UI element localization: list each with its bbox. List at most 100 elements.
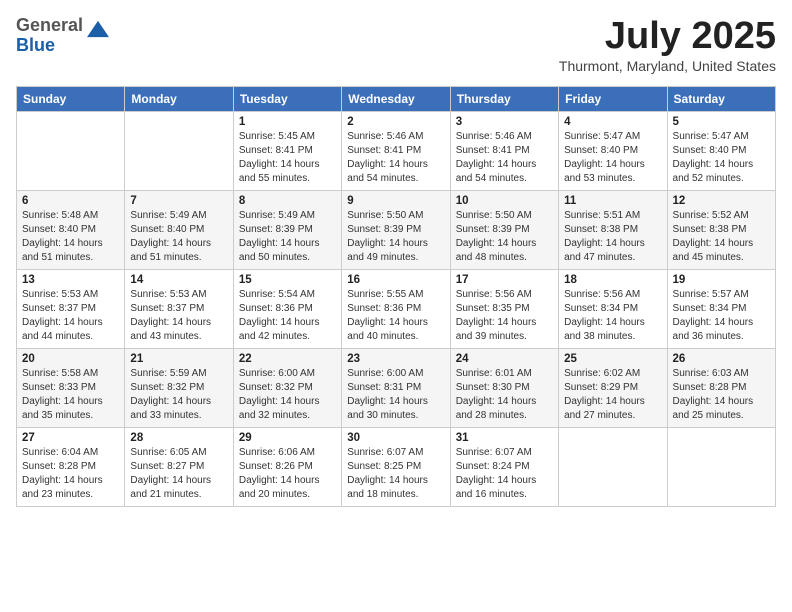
day-info: Sunrise: 5:53 AM Sunset: 8:37 PM Dayligh… [130,288,227,344]
day-info: Sunrise: 6:07 AM Sunset: 8:24 PM Dayligh… [456,446,553,502]
calendar-cell: 17Sunrise: 5:56 AM Sunset: 8:35 PM Dayli… [450,269,558,348]
calendar-header-thursday: Thursday [450,86,558,111]
day-number: 29 [239,432,336,444]
month-year: July 2025 [559,16,776,58]
day-info: Sunrise: 6:04 AM Sunset: 8:28 PM Dayligh… [22,446,119,502]
calendar-cell: 11Sunrise: 5:51 AM Sunset: 8:38 PM Dayli… [559,190,667,269]
day-number: 7 [130,195,227,207]
day-number: 31 [456,432,553,444]
day-number: 14 [130,274,227,286]
day-info: Sunrise: 5:58 AM Sunset: 8:33 PM Dayligh… [22,367,119,423]
day-info: Sunrise: 6:02 AM Sunset: 8:29 PM Dayligh… [564,367,661,423]
day-info: Sunrise: 5:53 AM Sunset: 8:37 PM Dayligh… [22,288,119,344]
calendar: SundayMondayTuesdayWednesdayThursdayFrid… [16,86,776,507]
calendar-cell [559,427,667,506]
calendar-week-row: 27 Sunrise: 6:04 AM Sunset: 8:28 PM Dayli… [17,427,776,506]
calendar-cell: 1 Sunrise: 5:45 AM Sunset: 8:41 PM Daylig… [233,111,341,190]
calendar-header-wednesday: Wednesday [342,86,450,111]
calendar-cell: 18Sunrise: 5:56 AM Sunset: 8:34 PM Dayli… [559,269,667,348]
calendar-cell: 4 Sunrise: 5:47 AM Sunset: 8:40 PM Daylig… [559,111,667,190]
day-number: 28 [130,432,227,444]
calendar-week-row: 13 Sunrise: 5:53 AM Sunset: 8:37 PM Dayli… [17,269,776,348]
calendar-cell: 27 Sunrise: 6:04 AM Sunset: 8:28 PM Dayli… [17,427,125,506]
day-info: Sunrise: 5:46 AM Sunset: 8:41 PM Dayligh… [456,130,553,186]
calendar-cell: 13 Sunrise: 5:53 AM Sunset: 8:37 PM Dayli… [17,269,125,348]
day-number: 27 [22,432,119,444]
day-number: 1 [239,116,336,128]
day-info: Sunrise: 6:01 AM Sunset: 8:30 PM Dayligh… [456,367,553,423]
day-number: 16 [347,274,444,286]
day-number: 6 [22,195,119,207]
logo-blue: Blue [16,36,83,56]
day-info: Sunrise: 5:49 AM Sunset: 8:40 PM Dayligh… [130,209,227,265]
calendar-cell: 12 Sunrise: 5:52 AM Sunset: 8:38 PM Dayli… [667,190,775,269]
calendar-cell: 23 Sunrise: 6:00 AM Sunset: 8:31 PM Dayli… [342,348,450,427]
calendar-cell: 25 Sunrise: 6:02 AM Sunset: 8:29 PM Dayli… [559,348,667,427]
calendar-header-monday: Monday [125,86,233,111]
calendar-cell: 26 Sunrise: 6:03 AM Sunset: 8:28 PM Dayli… [667,348,775,427]
calendar-cell: 24 Sunrise: 6:01 AM Sunset: 8:30 PM Dayli… [450,348,558,427]
calendar-cell: 28Sunrise: 6:05 AM Sunset: 8:27 PM Dayli… [125,427,233,506]
day-number: 13 [22,274,119,286]
logo: General Blue [16,16,109,56]
day-number: 12 [673,195,770,207]
calendar-cell [667,427,775,506]
day-number: 10 [456,195,553,207]
day-number: 30 [347,432,444,444]
calendar-cell: 19 Sunrise: 5:57 AM Sunset: 8:34 PM Dayli… [667,269,775,348]
day-info: Sunrise: 5:51 AM Sunset: 8:38 PM Dayligh… [564,209,661,265]
logo-general: General [16,16,83,36]
day-info: Sunrise: 5:46 AM Sunset: 8:41 PM Dayligh… [347,130,444,186]
day-number: 19 [673,274,770,286]
page-header: General Blue July 2025 Thurmont, Marylan… [16,16,776,74]
day-info: Sunrise: 5:48 AM Sunset: 8:40 PM Dayligh… [22,209,119,265]
calendar-cell: 30 Sunrise: 6:07 AM Sunset: 8:25 PM Dayli… [342,427,450,506]
calendar-header-row: SundayMondayTuesdayWednesdayThursdayFrid… [17,86,776,111]
day-number: 8 [239,195,336,207]
calendar-week-row: 6 Sunrise: 5:48 AM Sunset: 8:40 PM Daylig… [17,190,776,269]
calendar-cell: 20 Sunrise: 5:58 AM Sunset: 8:33 PM Dayli… [17,348,125,427]
day-number: 26 [673,353,770,365]
day-info: Sunrise: 5:56 AM Sunset: 8:34 PM Dayligh… [564,288,661,344]
calendar-cell [17,111,125,190]
day-info: Sunrise: 6:06 AM Sunset: 8:26 PM Dayligh… [239,446,336,502]
calendar-cell: 3 Sunrise: 5:46 AM Sunset: 8:41 PM Daylig… [450,111,558,190]
day-number: 9 [347,195,444,207]
day-info: Sunrise: 6:07 AM Sunset: 8:25 PM Dayligh… [347,446,444,502]
calendar-cell: 8Sunrise: 5:49 AM Sunset: 8:39 PM Daylig… [233,190,341,269]
calendar-cell: 16Sunrise: 5:55 AM Sunset: 8:36 PM Dayli… [342,269,450,348]
calendar-cell: 9Sunrise: 5:50 AM Sunset: 8:39 PM Daylig… [342,190,450,269]
day-info: Sunrise: 5:50 AM Sunset: 8:39 PM Dayligh… [456,209,553,265]
day-info: Sunrise: 6:00 AM Sunset: 8:31 PM Dayligh… [347,367,444,423]
calendar-cell: 29 Sunrise: 6:06 AM Sunset: 8:26 PM Dayli… [233,427,341,506]
calendar-header-sunday: Sunday [17,86,125,111]
calendar-cell [125,111,233,190]
day-number: 3 [456,116,553,128]
day-info: Sunrise: 6:03 AM Sunset: 8:28 PM Dayligh… [673,367,770,423]
day-number: 2 [347,116,444,128]
day-info: Sunrise: 5:47 AM Sunset: 8:40 PM Dayligh… [564,130,661,186]
calendar-cell: 10 Sunrise: 5:50 AM Sunset: 8:39 PM Dayli… [450,190,558,269]
title-block: July 2025 Thurmont, Maryland, United Sta… [559,16,776,74]
day-info: Sunrise: 5:54 AM Sunset: 8:36 PM Dayligh… [239,288,336,344]
calendar-cell: 22 Sunrise: 6:00 AM Sunset: 8:32 PM Dayli… [233,348,341,427]
day-number: 24 [456,353,553,365]
day-number: 4 [564,116,661,128]
day-info: Sunrise: 5:52 AM Sunset: 8:38 PM Dayligh… [673,209,770,265]
day-info: Sunrise: 5:45 AM Sunset: 8:41 PM Dayligh… [239,130,336,186]
calendar-cell: 7 Sunrise: 5:49 AM Sunset: 8:40 PM Daylig… [125,190,233,269]
logo-icon [87,18,109,40]
calendar-cell: 21Sunrise: 5:59 AM Sunset: 8:32 PM Dayli… [125,348,233,427]
calendar-header-friday: Friday [559,86,667,111]
calendar-cell: 31 Sunrise: 6:07 AM Sunset: 8:24 PM Dayli… [450,427,558,506]
day-number: 22 [239,353,336,365]
day-number: 25 [564,353,661,365]
calendar-cell: 6 Sunrise: 5:48 AM Sunset: 8:40 PM Daylig… [17,190,125,269]
day-info: Sunrise: 6:00 AM Sunset: 8:32 PM Dayligh… [239,367,336,423]
day-number: 23 [347,353,444,365]
day-number: 5 [673,116,770,128]
calendar-header-tuesday: Tuesday [233,86,341,111]
day-info: Sunrise: 5:57 AM Sunset: 8:34 PM Dayligh… [673,288,770,344]
logo-text: General Blue [16,16,83,56]
day-number: 20 [22,353,119,365]
